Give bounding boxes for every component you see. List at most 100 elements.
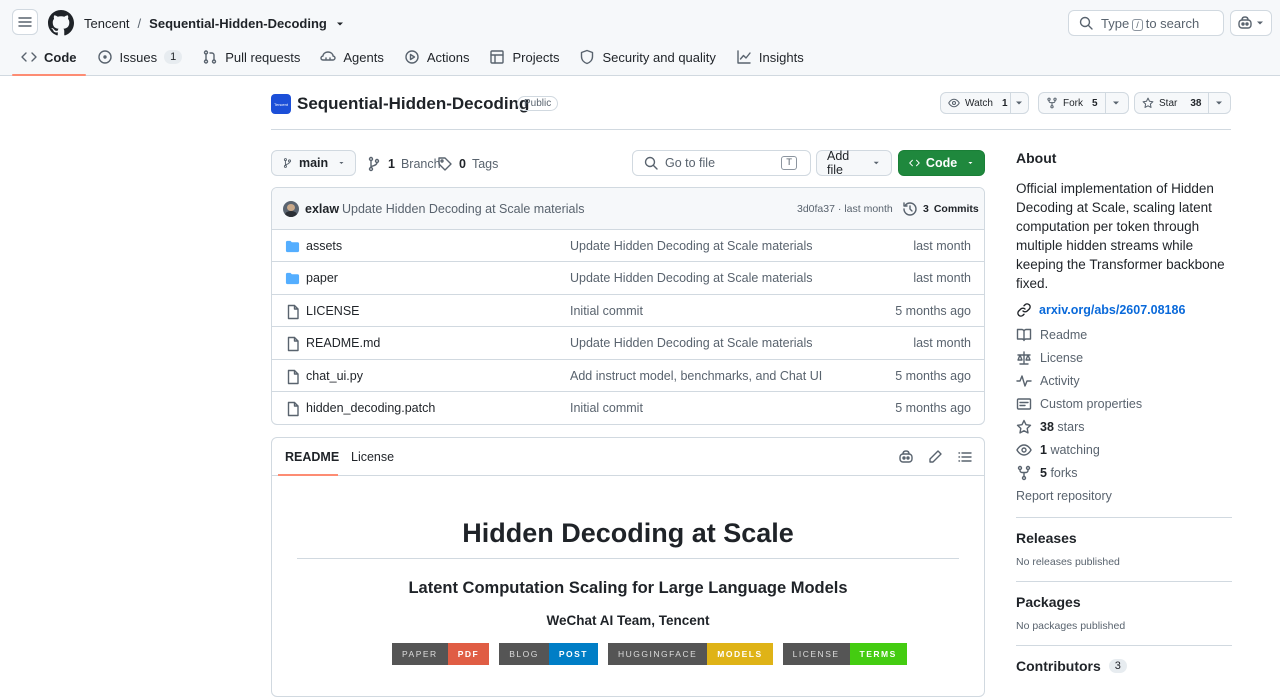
github-logo-icon[interactable] — [48, 10, 74, 36]
contributors-count: 3 — [1108, 659, 1127, 673]
copilot-icon[interactable] — [898, 449, 914, 465]
tab-insights[interactable]: Insights — [727, 40, 813, 74]
table-row[interactable]: LICENSE Initial commit 5 months ago — [272, 295, 984, 328]
file-name[interactable]: assets — [306, 239, 342, 253]
chevron-down-icon[interactable] — [1214, 98, 1224, 108]
sidebar-item-forks[interactable]: 5 forks — [1016, 461, 1232, 484]
list-icon[interactable] — [957, 449, 973, 465]
search-placeholder: Type / to search — [1101, 15, 1200, 31]
title-divider — [297, 558, 959, 559]
file-icon — [287, 401, 299, 417]
tab-issues[interactable]: Issues 1 — [88, 40, 192, 74]
code-button[interactable]: Code — [898, 150, 985, 176]
tab-actions[interactable]: Actions — [395, 40, 479, 74]
repo-title[interactable]: Sequential-Hidden-Decoding — [297, 94, 529, 114]
repo-heading: Tencent Sequential-Hidden-Decoding Publi… — [271, 92, 1231, 130]
divider — [1016, 581, 1232, 582]
tags-label: Tags — [471, 157, 499, 171]
table-row[interactable]: paper Update Hidden Decoding at Scale ma… — [272, 262, 984, 295]
table-row[interactable]: assets Update Hidden Decoding at Scale m… — [272, 230, 984, 263]
code-button-label: Code — [925, 156, 958, 170]
tab-projects[interactable]: Projects — [480, 40, 568, 74]
owner-link[interactable]: Tencent — [84, 16, 130, 31]
history-icon — [903, 202, 917, 216]
code-icon — [21, 52, 37, 62]
star-icon — [1142, 97, 1154, 108]
file-name[interactable]: hidden_decoding.patch — [306, 401, 435, 415]
tab-label: Projects — [512, 49, 560, 65]
watching-label: watching — [1050, 442, 1100, 457]
tags-link[interactable]: 0 Tags — [437, 156, 498, 172]
table-row[interactable]: chat_ui.py Add instruct model, benchmark… — [272, 360, 984, 392]
watch-button[interactable]: Watch 1 — [940, 92, 1029, 114]
packages-heading[interactable]: Packages — [1016, 594, 1232, 610]
file-commit-message[interactable]: Initial commit — [570, 304, 643, 318]
file-commit-message[interactable]: Update Hidden Decoding at Scale material… — [570, 239, 813, 253]
contributors-heading: Contributors — [1016, 658, 1101, 674]
contributors-header[interactable]: Contributors 3 — [1016, 658, 1232, 674]
file-name[interactable]: chat_ui.py — [306, 369, 363, 383]
file-icon — [287, 304, 299, 319]
chevron-down-icon[interactable] — [1111, 98, 1121, 108]
huggingface-badge[interactable]: HUGGINGFACE MODELS — [607, 643, 773, 665]
file-name[interactable]: LICENSE — [306, 304, 360, 318]
commit-message[interactable]: Update Hidden Decoding at Scale material… — [342, 202, 585, 216]
eye-icon — [948, 98, 960, 108]
law-icon — [1017, 350, 1031, 365]
file-commit-message[interactable]: Update Hidden Decoding at Scale material… — [570, 271, 813, 285]
tags-count: 0 — [459, 157, 466, 171]
sidebar-item-custom-properties[interactable]: Custom properties — [1016, 392, 1232, 415]
table-row[interactable]: hidden_decoding.patch Initial commit 5 m… — [272, 392, 984, 424]
commit-author[interactable]: exlaw — [305, 202, 339, 216]
file-commit-message[interactable]: Update Hidden Decoding at Scale material… — [570, 336, 813, 350]
commit-hash[interactable]: 3d0fa37 — [797, 203, 835, 215]
file-commit-message[interactable]: Initial commit — [570, 401, 643, 415]
branches-link[interactable]: 1 Branch — [366, 156, 441, 172]
branches-count: 1 — [388, 157, 395, 171]
chevron-down-icon — [339, 161, 344, 165]
file-name[interactable]: paper — [306, 271, 338, 285]
add-file-button[interactable]: Add file — [816, 149, 892, 177]
report-repository-link[interactable]: Report repository — [1016, 484, 1232, 507]
menu-button[interactable] — [12, 9, 38, 35]
sidebar-item-label: Readme — [1040, 327, 1088, 342]
pencil-icon[interactable] — [927, 449, 943, 465]
breadcrumb-separator: / — [137, 16, 142, 31]
releases-text: No releases published — [1016, 556, 1120, 568]
tab-pull-requests[interactable]: Pull requests — [193, 40, 309, 74]
repo-link[interactable]: Sequential-Hidden-Decoding — [149, 16, 327, 31]
tab-license[interactable]: License — [351, 450, 394, 464]
blog-badge[interactable]: BLOG POST — [499, 643, 598, 665]
sidebar-item-readme[interactable]: Readme — [1016, 323, 1232, 346]
org-avatar[interactable]: Tencent — [271, 94, 291, 114]
tab-readme[interactable]: README — [285, 450, 339, 464]
chevron-down-icon[interactable] — [335, 19, 345, 29]
releases-heading[interactable]: Releases — [1016, 530, 1232, 546]
divider — [1016, 645, 1232, 646]
homepage-link[interactable]: arxiv.org/abs/2607.08186 — [1016, 300, 1232, 320]
sidebar-item-watching[interactable]: 1 watching — [1016, 438, 1232, 461]
copilot-button[interactable] — [1230, 10, 1272, 36]
avatar[interactable] — [283, 201, 299, 217]
table-row[interactable]: README.md Update Hidden Decoding at Scal… — [272, 327, 984, 360]
file-name[interactable]: README.md — [306, 336, 380, 350]
tab-agents[interactable]: Agents — [311, 40, 392, 74]
tab-code[interactable]: Code — [12, 40, 86, 76]
commits-label: Commits — [933, 203, 979, 215]
packages-text: No packages published — [1016, 620, 1126, 632]
star-button[interactable]: Star 38 — [1134, 92, 1231, 114]
go-to-file-input[interactable]: Go to file T — [632, 150, 811, 176]
sidebar-item-stars[interactable]: 38 stars — [1016, 415, 1232, 438]
file-commit-message[interactable]: Add instruct model, benchmarks, and Chat… — [570, 369, 822, 383]
sidebar-item-activity[interactable]: Activity — [1016, 369, 1232, 392]
commits-link[interactable]: 3 Commits — [902, 201, 979, 217]
sidebar-item-license[interactable]: License — [1016, 346, 1232, 369]
tab-security[interactable]: Security and quality — [570, 40, 724, 74]
fork-button[interactable]: Fork 5 — [1038, 92, 1129, 114]
license-badge[interactable]: LICENSE TERMS — [782, 643, 907, 665]
branch-selector[interactable]: main — [271, 150, 356, 176]
chevron-down-icon[interactable] — [1014, 98, 1024, 108]
paper-badge[interactable]: PAPER PDF — [392, 643, 490, 665]
graph-icon — [737, 50, 751, 64]
search-input[interactable]: Type / to search — [1068, 10, 1224, 36]
